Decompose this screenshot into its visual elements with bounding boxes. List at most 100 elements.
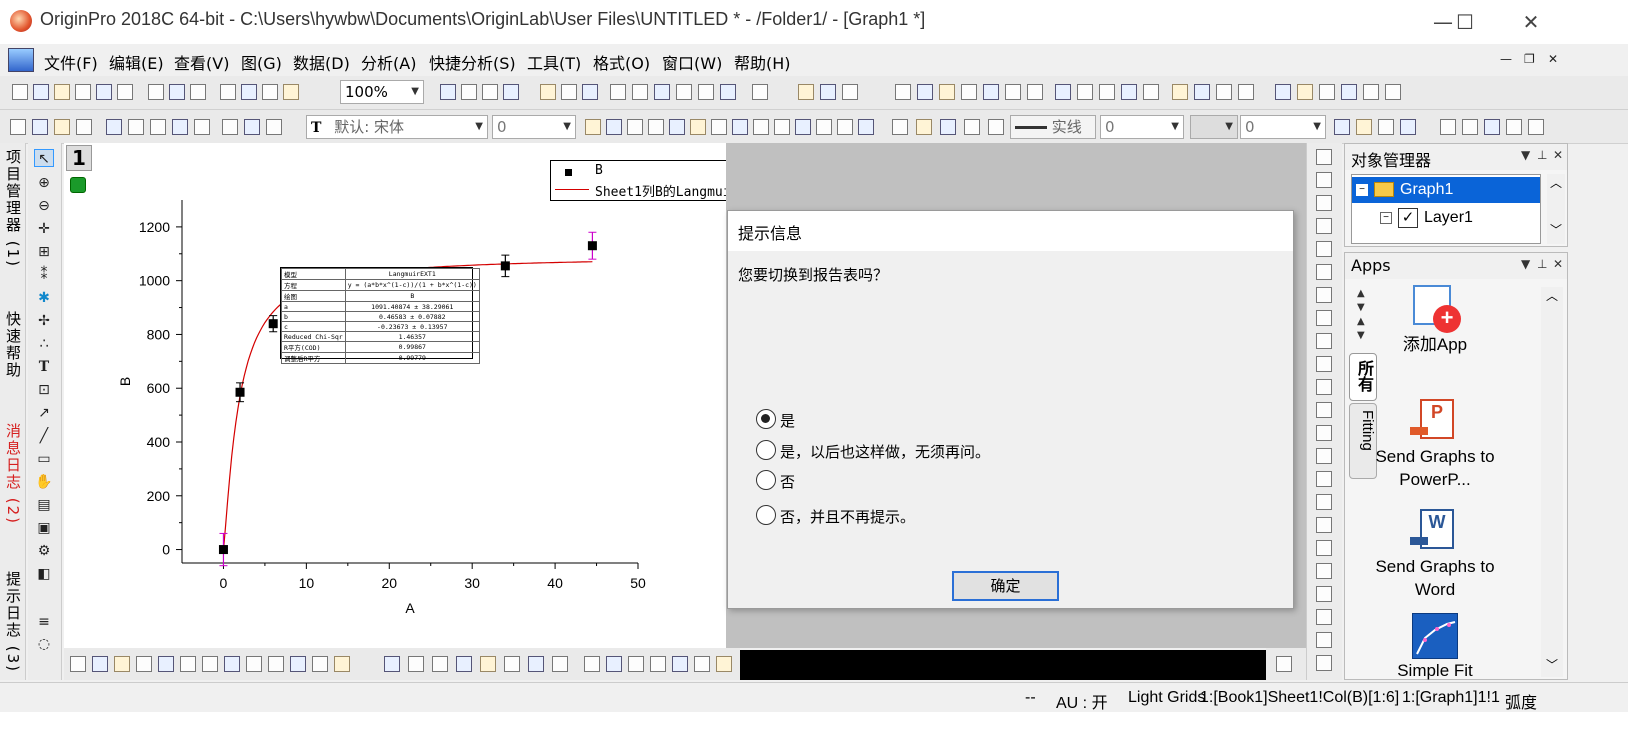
toolbar-button-icon[interactable] [12, 84, 28, 100]
toolbar-button-icon[interactable] [983, 84, 999, 100]
menu-tools[interactable]: 工具(T) [527, 50, 581, 74]
mdi-close-button[interactable]: ✕ [1548, 52, 1558, 66]
toolbar-button-icon[interactable] [220, 84, 236, 100]
toolbar-button-icon[interactable] [440, 84, 456, 100]
layout-tool-icon[interactable] [1316, 540, 1332, 556]
toolbar-button-icon[interactable] [1319, 84, 1335, 100]
close-icon[interactable]: ✕ [1553, 257, 1563, 271]
toolbar-button-icon[interactable] [1194, 84, 1210, 100]
toolbar-button-icon[interactable] [672, 656, 688, 672]
layout-tool-icon[interactable] [1316, 287, 1332, 303]
layout-tool-icon[interactable] [1316, 310, 1332, 326]
toolbar-button-icon[interactable] [92, 656, 108, 672]
toolbar-button-icon[interactable] [75, 84, 91, 100]
checkbox-icon[interactable]: ✓ [1398, 208, 1418, 228]
toolbar-button-icon[interactable] [1121, 84, 1137, 100]
pin-icon[interactable]: ⊥ [1537, 257, 1547, 271]
toolbar-button-icon[interactable] [606, 656, 622, 672]
toolbar-button-icon[interactable] [384, 656, 400, 672]
toolbar-button-icon[interactable] [222, 119, 238, 135]
font-combo[interactable]: T 默认: 宋体 ▼ [306, 115, 488, 139]
layout-tool-icon[interactable] [1316, 356, 1332, 372]
layout-tool-icon[interactable] [1316, 402, 1332, 418]
toolbar-button-icon[interactable] [96, 84, 112, 100]
toolbar-button-icon[interactable] [837, 119, 853, 135]
toolbar-button-icon[interactable] [610, 84, 626, 100]
toolbar-button-icon[interactable] [676, 84, 692, 100]
layout-tool-icon[interactable] [1316, 149, 1332, 165]
toolbar-button-icon[interactable] [54, 119, 70, 135]
toolbar-button-icon[interactable] [172, 119, 188, 135]
toolbar-button-icon[interactable] [268, 656, 284, 672]
toolbar-button-icon[interactable] [503, 84, 519, 100]
toolbar-button-icon[interactable] [1440, 119, 1456, 135]
regional-data-selector-icon[interactable]: ✢ [34, 312, 54, 330]
toolbar-button-icon[interactable] [916, 119, 932, 135]
toolbar-button-icon[interactable] [1027, 84, 1043, 100]
toolbar-button-icon[interactable] [117, 84, 133, 100]
command-bar[interactable] [740, 650, 1266, 680]
toolbar-button-icon[interactable] [504, 656, 520, 672]
toolbar-button-icon[interactable] [895, 84, 911, 100]
layout-tool-icon[interactable] [1316, 333, 1332, 349]
toolbar-button-icon[interactable] [136, 656, 152, 672]
dropdown-icon[interactable]: ▼ [1521, 257, 1530, 271]
pin-icon[interactable]: ⊥ [1537, 148, 1547, 162]
toolbar-button-icon[interactable] [312, 656, 328, 672]
toolbar-button-icon[interactable] [1356, 119, 1372, 135]
toolbar-button-icon[interactable] [1172, 84, 1188, 100]
zoom-in-tool-icon[interactable]: ⊕ [34, 174, 54, 192]
menu-graph[interactable]: 图(G) [241, 50, 282, 74]
toolbar-button-icon[interactable] [1400, 119, 1416, 135]
font-size-combo[interactable]: 0 ▼ [492, 115, 576, 139]
tab-all-apps[interactable]: 所有 [1349, 353, 1377, 401]
toolbar-button-icon[interactable] [1275, 84, 1291, 100]
toolbar-button-icon[interactable] [246, 656, 262, 672]
toolbar-button-icon[interactable] [669, 119, 685, 135]
mdi-restore-button[interactable]: ❐ [1524, 52, 1535, 66]
layout-tool-icon[interactable] [1316, 494, 1332, 510]
toolbar-button-icon[interactable] [858, 119, 874, 135]
layout-tool-icon[interactable] [1316, 264, 1332, 280]
line-width-combo[interactable]: 0 ▼ [1100, 115, 1184, 139]
refresh-icon[interactable]: ◌ [34, 635, 54, 653]
close-icon[interactable]: ✕ [1553, 148, 1563, 162]
line-style-combo[interactable]: 实线 [1010, 115, 1096, 139]
toolbar-button-icon[interactable] [732, 119, 748, 135]
toolbar-button-icon[interactable] [753, 119, 769, 135]
menu-data[interactable]: 数据(D) [293, 50, 350, 74]
toolbar-button-icon[interactable] [1385, 84, 1401, 100]
toolbar-button-icon[interactable] [334, 656, 350, 672]
toolbar-button-icon[interactable] [1297, 84, 1313, 100]
size-combo[interactable]: 0 ▼ [1240, 115, 1326, 139]
toolbar-button-icon[interactable] [820, 84, 836, 100]
toolbar-button-icon[interactable] [584, 656, 600, 672]
layout-tool-icon[interactable] [1316, 195, 1332, 211]
toolbar-button-icon[interactable] [816, 119, 832, 135]
toolbar-button-icon[interactable] [169, 84, 185, 100]
toolbar-button-icon[interactable] [694, 656, 710, 672]
toolbar-button-icon[interactable] [632, 84, 648, 100]
toolbar-button-icon[interactable] [1341, 84, 1357, 100]
toolbar-button-icon[interactable] [114, 656, 130, 672]
toolbar-button-icon[interactable] [561, 84, 577, 100]
screen-reader-icon[interactable]: ✛ [34, 220, 54, 238]
app-send-graphs-to-powerpoint[interactable]: P Send Graphs to PowerP... [1375, 399, 1495, 491]
toolbar-button-icon[interactable] [244, 119, 260, 135]
app-add[interactable]: + 添加App [1375, 285, 1495, 356]
toolbar-button-icon[interactable] [54, 84, 70, 100]
toolbar-button-icon[interactable] [148, 84, 164, 100]
toolbar-button-icon[interactable] [76, 119, 92, 135]
tab-message-log[interactable]: 消息日志 (2) [2, 423, 24, 525]
toolbar-button-icon[interactable] [202, 656, 218, 672]
collapse-icon[interactable]: − [1356, 184, 1368, 196]
toolbar-button-icon[interactable] [720, 84, 736, 100]
tree-item-layer1[interactable]: − ✓ Layer1 [1352, 206, 1540, 232]
insert-image-icon[interactable]: ▣ [34, 519, 54, 537]
layout-tool-icon[interactable] [1316, 517, 1332, 533]
status-angle-unit[interactable]: 弧度 [1505, 689, 1537, 713]
app-simple-fit[interactable]: Simple Fit [1375, 613, 1495, 682]
toolbar-button-icon[interactable] [540, 84, 556, 100]
toolbar-button-icon[interactable] [1506, 119, 1522, 135]
toolbar-button-icon[interactable] [798, 84, 814, 100]
